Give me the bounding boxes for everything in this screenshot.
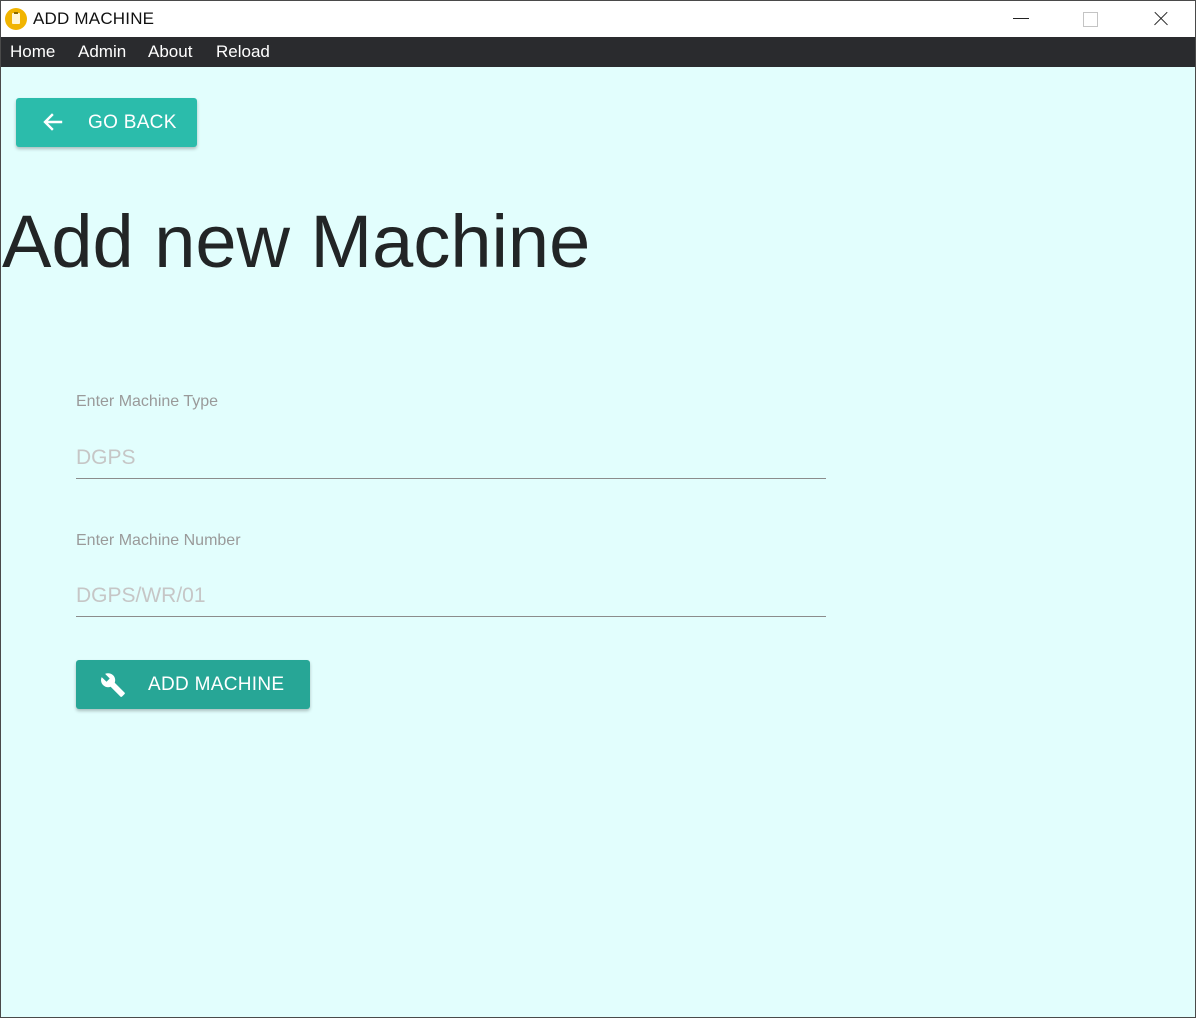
menu-item-home[interactable]: Home — [10, 42, 55, 62]
menu-item-admin[interactable]: Admin — [78, 42, 126, 62]
machine-type-label: Enter Machine Type — [76, 393, 219, 410]
menu-item-reload[interactable]: Reload — [216, 42, 270, 62]
go-back-button[interactable]: GO BACK — [16, 98, 197, 147]
arrow-left-icon — [43, 113, 63, 131]
close-icon[interactable] — [1131, 1, 1191, 37]
app-window: ADD MACHINE Home Admin About Reload GO B… — [0, 0, 1196, 1018]
machine-number-label: Enter Machine Number — [76, 532, 241, 549]
machine-number-input[interactable] — [76, 576, 826, 617]
maximize-icon[interactable] — [1061, 1, 1121, 37]
window-title: ADD MACHINE — [33, 9, 155, 28]
add-machine-button[interactable]: ADD MACHINE — [76, 660, 310, 709]
page-title: Add new Machine — [2, 200, 591, 283]
wrench-icon — [101, 673, 125, 697]
menu-bar: Home Admin About Reload — [1, 37, 1195, 67]
minimize-icon[interactable] — [991, 1, 1051, 37]
title-bar[interactable]: ADD MACHINE — [1, 1, 1195, 37]
machine-type-input[interactable] — [76, 438, 826, 479]
menu-item-about[interactable]: About — [148, 42, 192, 62]
app-icon — [5, 8, 27, 30]
go-back-label: GO BACK — [88, 112, 177, 133]
add-machine-label: ADD MACHINE — [148, 674, 285, 695]
